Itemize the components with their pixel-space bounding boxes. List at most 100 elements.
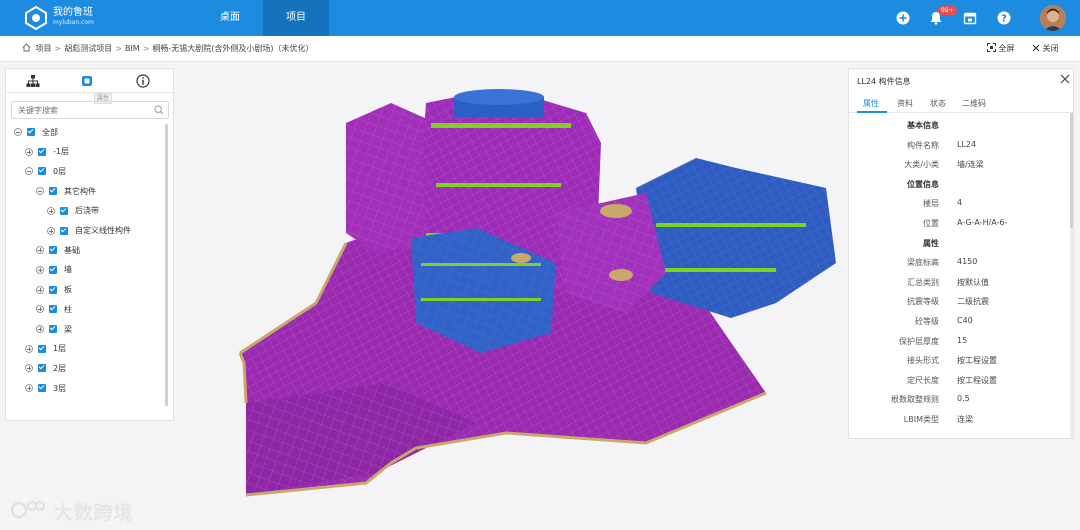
tree-node-label: -1层	[53, 147, 69, 157]
tab-documents[interactable]: 资料	[897, 98, 913, 109]
fullscreen-icon	[987, 43, 996, 52]
tree-node[interactable]: 其它构件	[36, 184, 96, 198]
tree-node[interactable]: 1层	[25, 342, 66, 356]
tree-checkbox[interactable]	[38, 167, 46, 176]
breadcrumb-item-project[interactable]: 项目	[36, 44, 52, 53]
watermark-text: 大数跨境	[53, 502, 134, 524]
help-icon[interactable]: ?	[997, 11, 1011, 25]
property-scrollbar-thumb[interactable]	[1070, 113, 1073, 228]
expand-icon[interactable]	[25, 344, 33, 353]
breadcrumb-item-bim[interactable]: BIM	[125, 44, 140, 53]
svg-text:?: ?	[1001, 14, 1007, 25]
tree-scrollbar-thumb[interactable]	[165, 124, 168, 406]
breadcrumb-item-test-project[interactable]: 胡彪测试项目	[64, 44, 112, 53]
breadcrumb-bar: 项目 > 胡彪测试项目 > BIM > 桐畅-无锡大剧院(含外侧及小剧场)（未优化） 全屏 …	[0, 36, 1080, 62]
property-value: A-G-A-H/A-6-	[957, 218, 1008, 227]
expand-icon[interactable]	[47, 226, 55, 235]
breadcrumb-separator: >	[142, 44, 150, 53]
tree-checkbox[interactable]	[49, 325, 57, 333]
property-value: 0.5	[957, 394, 970, 404]
expand-icon[interactable]	[36, 285, 44, 294]
tree-checkbox[interactable]	[49, 265, 57, 274]
tree-checkbox[interactable]	[49, 187, 57, 196]
expand-icon[interactable]	[36, 325, 44, 333]
close-icon	[1032, 44, 1040, 52]
property-key: 大类/小类	[904, 160, 939, 170]
brand-name: 我的鲁班	[53, 7, 93, 18]
tree-node-label: 其它构件	[64, 186, 96, 196]
tree-node-label: 柱	[64, 304, 72, 314]
search-input[interactable]	[12, 102, 152, 118]
expand-icon[interactable]	[47, 206, 55, 215]
tree-node[interactable]: 0层	[25, 164, 66, 178]
tree-node[interactable]: 3层	[25, 381, 66, 395]
tab-qrcode[interactable]: 二维码	[962, 98, 986, 109]
nav-tab-project[interactable]: 项目	[263, 0, 329, 36]
collapse-icon[interactable]	[25, 167, 33, 176]
tree-checkbox[interactable]	[60, 206, 68, 215]
tree-node-label: 墙	[64, 265, 72, 275]
tree-checkbox[interactable]	[60, 226, 68, 235]
tree-node[interactable]: -1层	[25, 145, 69, 159]
property-row: 梁底标高 4150	[849, 257, 1069, 271]
expand-icon[interactable]	[36, 305, 44, 314]
close-panel-icon[interactable]	[1060, 74, 1070, 84]
tree-checkbox[interactable]	[27, 128, 35, 136]
property-group-label: 基本信息	[907, 121, 939, 130]
info-icon[interactable]	[135, 73, 151, 89]
property-value: 二级抗震	[957, 297, 989, 307]
tree-checkbox[interactable]	[49, 305, 57, 314]
tree-checkbox[interactable]	[38, 364, 46, 373]
tree-node[interactable]: 梁	[36, 322, 72, 336]
tree-node[interactable]: 后浇带	[47, 204, 99, 218]
tree-node[interactable]: 基础	[36, 243, 80, 257]
collapse-icon[interactable]	[36, 187, 44, 196]
tree-node[interactable]: 2层	[25, 361, 66, 375]
tree-checkbox[interactable]	[49, 246, 57, 255]
expand-icon[interactable]	[25, 384, 33, 393]
expand-icon[interactable]	[36, 265, 44, 274]
panel-tabs	[6, 69, 173, 93]
breadcrumb-separator: >	[115, 44, 122, 53]
tab-properties[interactable]: 属性	[863, 98, 879, 109]
property-value: 15	[957, 335, 968, 345]
tree-node-label: 板	[64, 285, 72, 295]
tree-node[interactable]: 板	[36, 283, 72, 297]
luban-logo-icon[interactable]	[24, 6, 48, 30]
tree-node[interactable]: 柱	[36, 302, 72, 316]
home-icon	[22, 43, 31, 52]
property-scrollbar[interactable]	[1070, 113, 1073, 438]
breadcrumb: 项目 > 胡彪测试项目 > BIM > 桐畅-无锡大剧院(含外侧及小剧场)（未优化）	[22, 43, 314, 54]
bim-model-render[interactable]	[176, 63, 846, 530]
calendar-icon[interactable]	[963, 11, 977, 25]
tree-node[interactable]: 墙	[36, 263, 72, 277]
tree-node[interactable]: 自定义线性构件	[47, 224, 131, 238]
tab-status[interactable]: 状态	[930, 98, 946, 109]
tree-scrollbar[interactable]	[165, 124, 168, 406]
tree-checkbox[interactable]	[38, 344, 46, 353]
add-icon[interactable]	[896, 11, 910, 25]
bim-3d-viewport[interactable]	[176, 63, 846, 530]
fullscreen-button[interactable]: 全屏	[987, 43, 1015, 54]
avatar[interactable]	[1040, 5, 1066, 31]
structure-tree-icon[interactable]	[25, 73, 41, 89]
tree-node[interactable]: 全部	[14, 125, 58, 139]
property-key: 构件名称	[907, 140, 939, 150]
tree-node-label: 全部	[42, 127, 58, 137]
breadcrumb-item-model: 桐畅-无锡大剧院(含外侧及小剧场)（未优化）	[152, 44, 314, 53]
tree-checkbox[interactable]	[38, 147, 46, 156]
close-model-button[interactable]: 关闭	[1032, 43, 1059, 54]
tree-checkbox[interactable]	[38, 384, 46, 393]
property-value: 墙/连梁	[957, 160, 984, 170]
component-info-tabs: 属性 资料 状态 二维码	[849, 93, 1073, 113]
expand-icon[interactable]	[25, 147, 33, 156]
tree-checkbox[interactable]	[49, 285, 57, 294]
search-box[interactable]	[11, 101, 169, 119]
expand-icon[interactable]	[36, 246, 44, 255]
close-label: 关闭	[1042, 44, 1059, 53]
nav-tab-desktop[interactable]: 桌面	[197, 0, 263, 36]
search-icon[interactable]	[154, 105, 164, 115]
expand-icon[interactable]	[25, 364, 33, 373]
collapse-icon[interactable]	[14, 128, 22, 136]
model-view-icon[interactable]	[79, 73, 95, 89]
